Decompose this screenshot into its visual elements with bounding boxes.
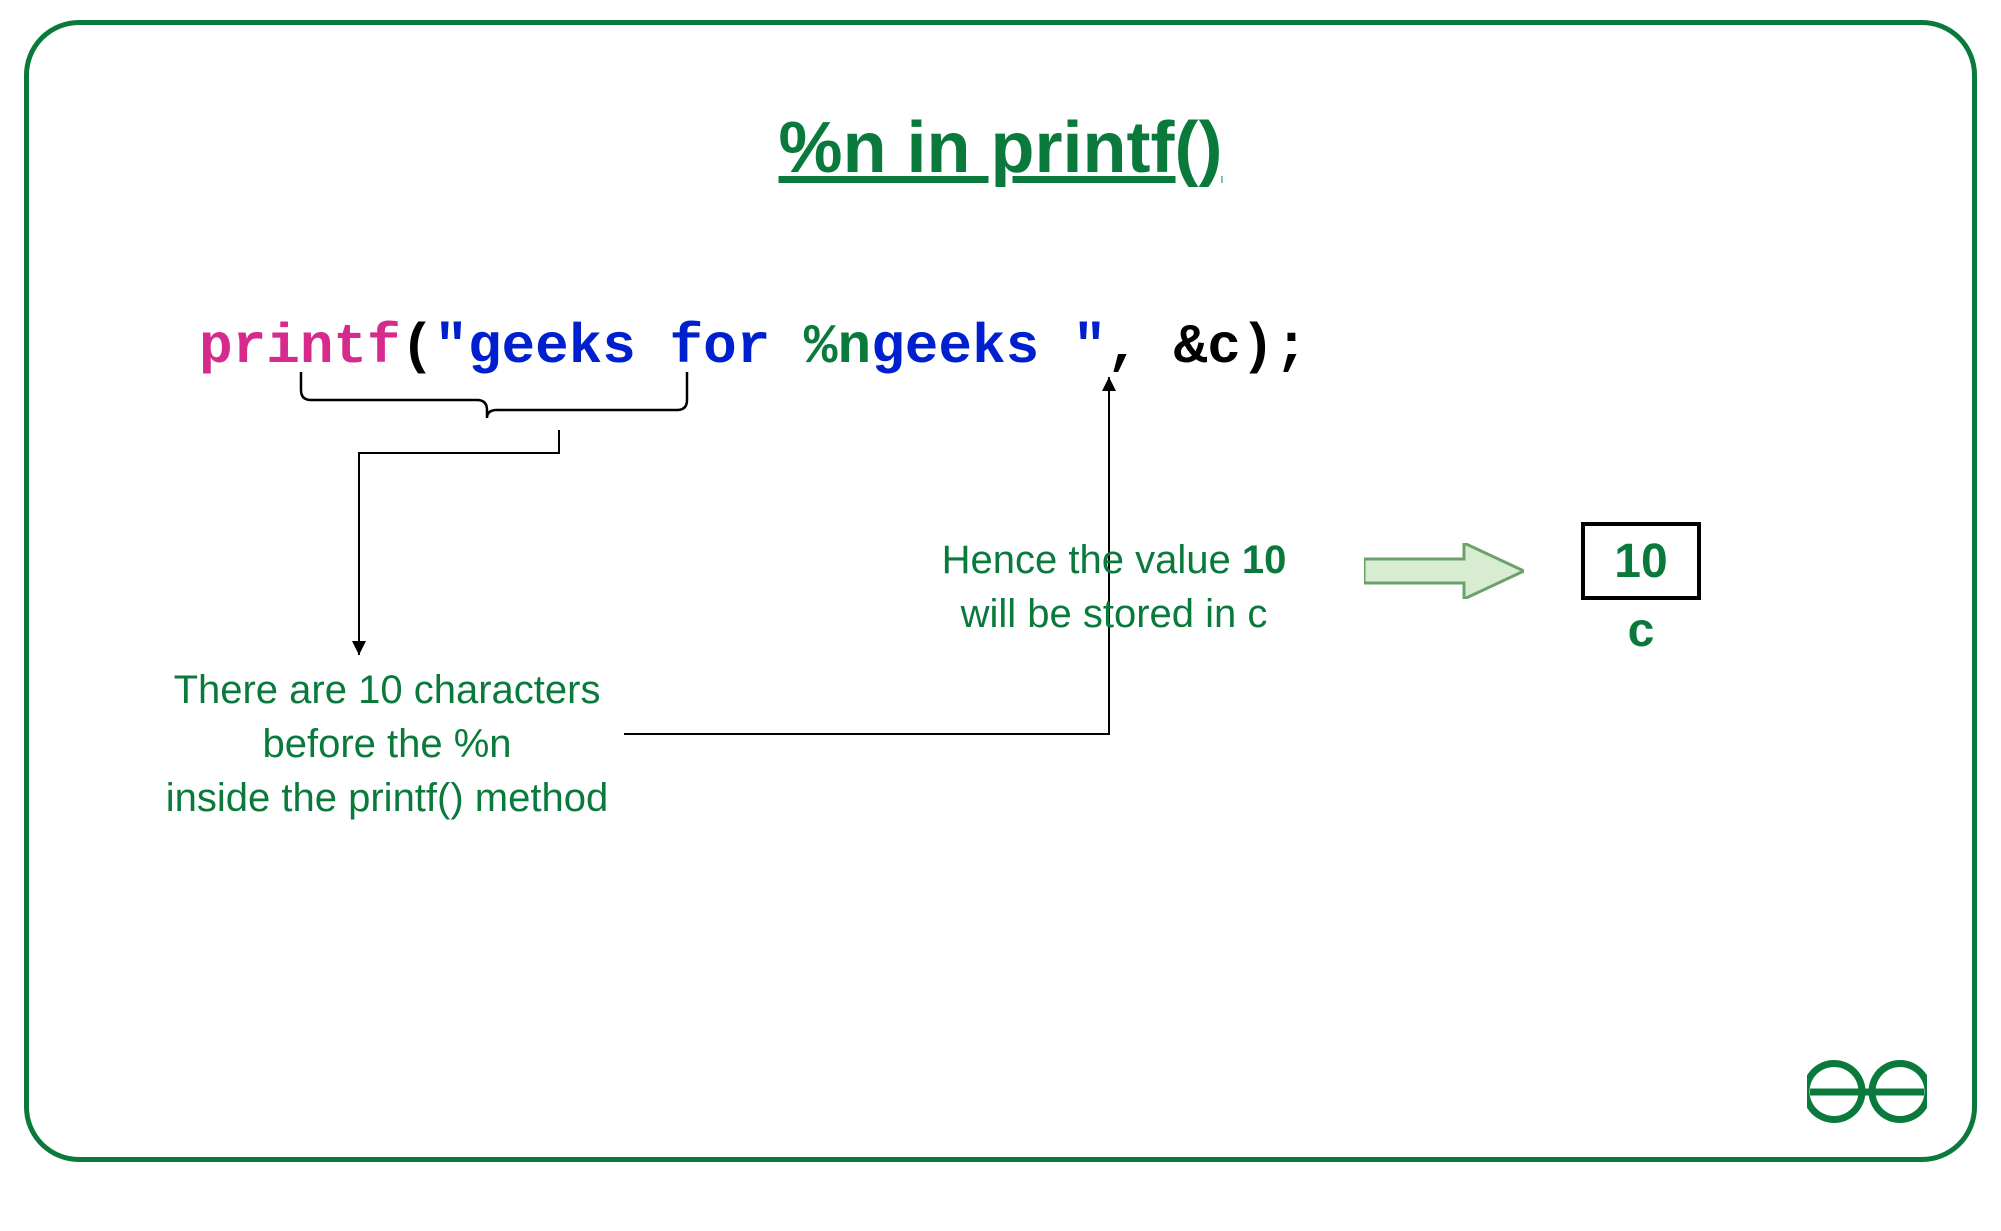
- result-value: 10: [1614, 534, 1667, 589]
- note1-l3: inside the printf() method: [137, 771, 637, 825]
- code-quote2: ": [1073, 315, 1107, 379]
- geeksforgeeks-logo-icon: [1807, 1057, 1927, 1127]
- brace-icon: [299, 370, 697, 430]
- note1-l2: before the %n: [137, 717, 637, 771]
- diagram-frame: %n in printf() printf("geeks for %ngeeks…: [24, 20, 1977, 1162]
- note2-l2: will be stored in c: [899, 587, 1329, 641]
- code-rest: , &c);: [1106, 315, 1308, 379]
- note2-val: 10: [1242, 538, 1287, 582]
- note-stored-value: Hence the value 10 will be stored in c: [899, 533, 1329, 641]
- result-box: 10: [1581, 522, 1701, 600]
- code-fmt: %n: [804, 315, 871, 379]
- note2-l1: Hence the value 10: [899, 533, 1329, 587]
- note2-pre: Hence the value: [942, 538, 1242, 582]
- note-char-count: There are 10 characters before the %n in…: [137, 663, 637, 825]
- result-var: c: [1581, 603, 1701, 658]
- note1-l1: There are 10 characters: [137, 663, 637, 717]
- diagram-title: %n in printf(): [29, 107, 1972, 189]
- result-arrow-icon: [1364, 543, 1524, 599]
- code-str2: geeks: [871, 315, 1073, 379]
